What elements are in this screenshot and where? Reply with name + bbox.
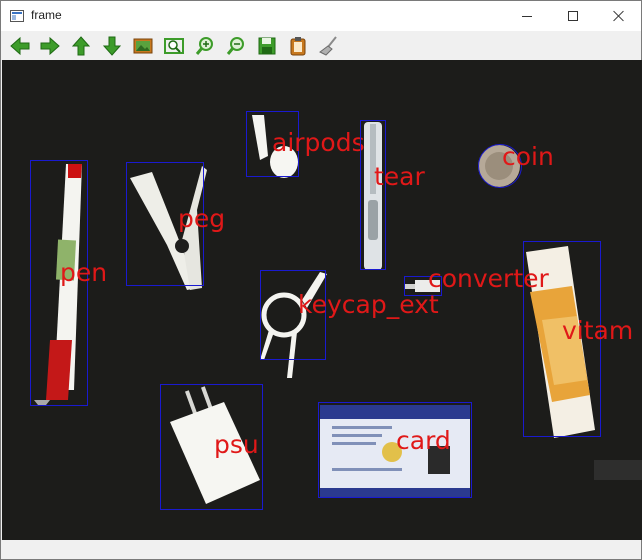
arrow-up-icon [71, 36, 91, 56]
airpods-label: airpods [272, 128, 365, 157]
maximize-button[interactable] [550, 1, 596, 31]
vitam-label: vitam [562, 316, 634, 345]
status-bar [1, 540, 641, 559]
zoom-in-icon [195, 37, 213, 55]
title-bar[interactable]: frame [1, 1, 641, 31]
pan-left-button[interactable] [7, 34, 33, 58]
psu-label: psu [214, 430, 259, 459]
arrow-down-icon [102, 36, 122, 56]
tear-bounding-box [360, 120, 386, 270]
zoom-out-button[interactable] [223, 34, 249, 58]
tear-label: tear [374, 162, 425, 191]
zoom-frame-icon [164, 38, 184, 54]
window-app-icon [10, 10, 24, 22]
image-icon [133, 38, 153, 54]
maximize-icon [568, 11, 578, 21]
zoom-reset-button[interactable] [130, 34, 156, 58]
minimize-icon [522, 15, 532, 17]
window-title: frame [31, 8, 62, 22]
arrow-right-icon [40, 36, 60, 56]
image-canvas[interactable]: pen peg airpods tear coin converter keyc… [2, 60, 642, 540]
minimize-button[interactable] [504, 1, 550, 31]
clipboard-icon [290, 37, 306, 56]
save-button[interactable] [254, 34, 280, 58]
toolbar [1, 31, 641, 61]
properties-button[interactable] [285, 34, 311, 58]
broom-icon [319, 36, 337, 56]
card-label: card [396, 426, 451, 455]
close-button[interactable] [596, 1, 642, 31]
arrow-left-icon [10, 36, 30, 56]
clear-button[interactable] [316, 34, 342, 58]
opencv-window: frame pen peg airpods tear coin converte… [0, 0, 642, 560]
floppy-icon [258, 37, 276, 55]
zoom-in-button[interactable] [192, 34, 218, 58]
pen-label: pen [60, 258, 108, 287]
zoom-fit-button[interactable] [161, 34, 187, 58]
close-icon [613, 10, 625, 22]
pan-up-button[interactable] [68, 34, 94, 58]
pan-down-button[interactable] [99, 34, 125, 58]
keycap-ext-label: keycap_ext [298, 290, 439, 319]
coin-label: coin [502, 142, 554, 171]
zoom-out-icon [226, 37, 244, 55]
peg-label: peg [178, 204, 226, 233]
pan-right-button[interactable] [37, 34, 63, 58]
